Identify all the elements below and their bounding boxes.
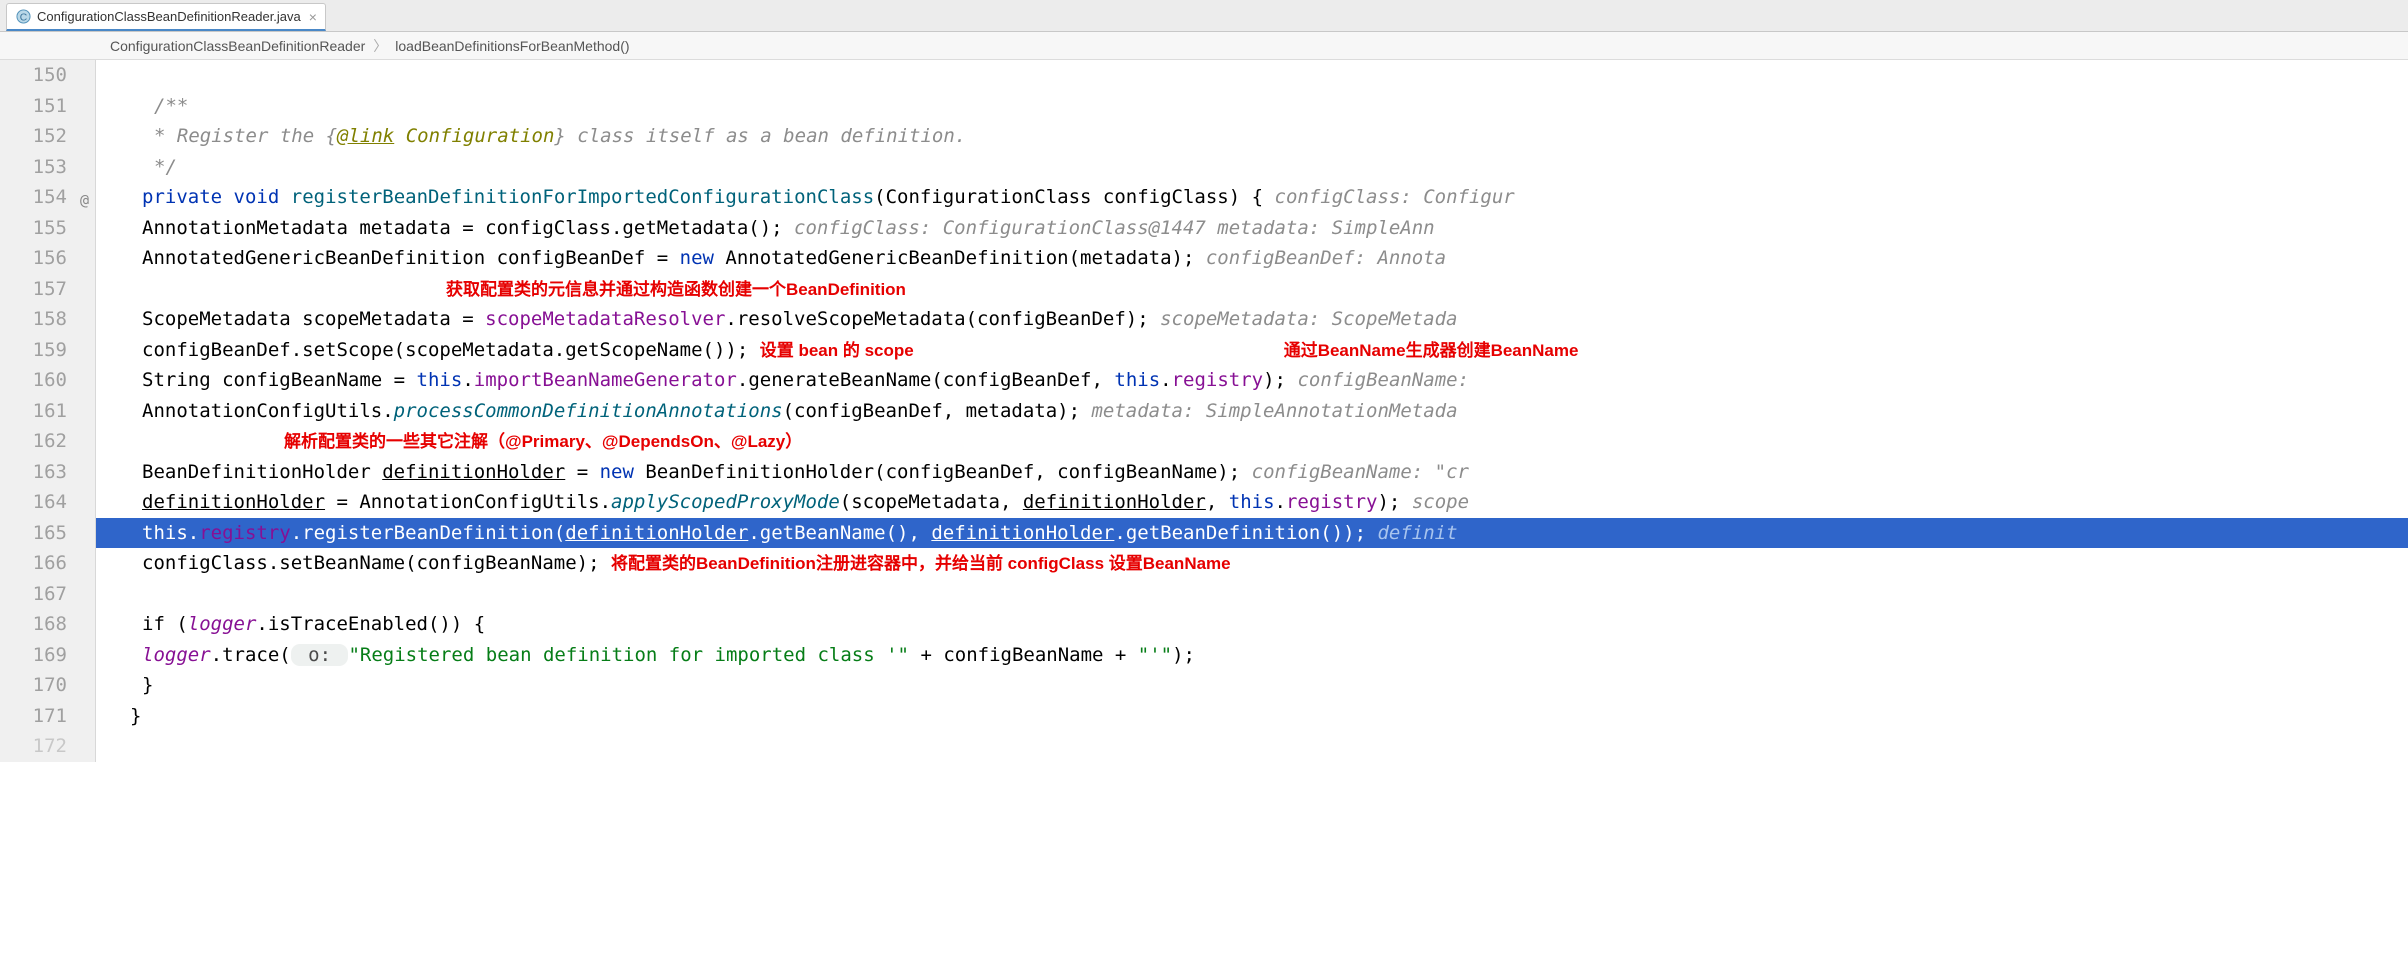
breadcrumb-class[interactable]: ConfigurationClassBeanDefinitionReader: [110, 38, 365, 54]
parameter-hint: o:: [291, 644, 349, 666]
line-number: 154@: [0, 182, 67, 213]
code-line[interactable]: AnnotatedGenericBeanDefinition configBea…: [96, 243, 2408, 274]
svg-text:C: C: [19, 12, 27, 23]
line-number: 163: [0, 457, 67, 488]
code-line[interactable]: */: [96, 152, 2408, 183]
annotation-comment: 将配置类的BeanDefinition注册进容器中，并给当前 configCla…: [611, 554, 1231, 573]
code-line[interactable]: 解析配置类的一些其它注解（@Primary、@DependsOn、@Lazy）: [96, 426, 2408, 457]
code-line[interactable]: configClass.setBeanName(configBeanName);…: [96, 548, 2408, 579]
chevron-right-icon: 〉: [373, 36, 387, 56]
annotation-comment: 通过BeanName生成器创建BeanName: [1284, 341, 1579, 360]
line-number: 156: [0, 243, 67, 274]
line-number: 162: [0, 426, 67, 457]
editor[interactable]: 150 151 152 153 154@ 155 156 157 158 159…: [0, 60, 2408, 762]
code-line[interactable]: BeanDefinitionHolder definitionHolder = …: [96, 457, 2408, 488]
line-number: 164: [0, 487, 67, 518]
line-number: 165: [0, 518, 67, 549]
line-number: 160: [0, 365, 67, 396]
breadcrumb: ConfigurationClassBeanDefinitionReader 〉…: [0, 32, 2408, 60]
line-number: 151: [0, 91, 67, 122]
annotation-comment: 设置 bean 的 scope: [760, 341, 914, 360]
code-line[interactable]: [96, 60, 2408, 91]
line-number: 171: [0, 701, 67, 732]
code-line[interactable]: AnnotationConfigUtils.processCommonDefin…: [96, 396, 2408, 427]
code-line[interactable]: [96, 731, 2408, 762]
code-line[interactable]: ScopeMetadata scopeMetadata = scopeMetad…: [96, 304, 2408, 335]
code-line[interactable]: * Register the {@link Configuration} cla…: [96, 121, 2408, 152]
gutter: 150 151 152 153 154@ 155 156 157 158 159…: [0, 60, 96, 762]
tab-bar: C ConfigurationClassBeanDefinitionReader…: [0, 0, 2408, 32]
line-number: 157: [0, 274, 67, 305]
code-line[interactable]: 获取配置类的元信息并通过构造函数创建一个BeanDefinition: [96, 274, 2408, 305]
line-number: 159: [0, 335, 67, 366]
annotation-gutter-icon[interactable]: @: [80, 185, 89, 216]
code-line[interactable]: }: [96, 670, 2408, 701]
java-class-icon: C: [15, 9, 31, 25]
code-line[interactable]: /**: [96, 91, 2408, 122]
line-number: 152: [0, 121, 67, 152]
code-line[interactable]: if (logger.isTraceEnabled()) {: [96, 609, 2408, 640]
line-number: 155: [0, 213, 67, 244]
line-number: 172: [0, 731, 67, 762]
code-line[interactable]: AnnotationMetadata metadata = configClas…: [96, 213, 2408, 244]
annotation-comment: 解析配置类的一些其它注解（@Primary、@DependsOn、@Lazy）: [284, 432, 802, 451]
code-line[interactable]: [96, 579, 2408, 610]
code-line[interactable]: private void registerBeanDefinitionForIm…: [96, 182, 2408, 213]
line-number: 169: [0, 640, 67, 671]
code-area[interactable]: /** * Register the {@link Configuration}…: [96, 60, 2408, 762]
line-number: 153: [0, 152, 67, 183]
line-number: 170: [0, 670, 67, 701]
code-line[interactable]: configBeanDef.setScope(scopeMetadata.get…: [96, 335, 2408, 366]
tab-filename: ConfigurationClassBeanDefinitionReader.j…: [37, 9, 301, 24]
file-tab[interactable]: C ConfigurationClassBeanDefinitionReader…: [6, 3, 326, 31]
code-line[interactable]: definitionHolder = AnnotationConfigUtils…: [96, 487, 2408, 518]
line-number: 167: [0, 579, 67, 610]
code-line[interactable]: logger.trace( o: "Registered bean defini…: [96, 640, 2408, 671]
line-number: 166: [0, 548, 67, 579]
breadcrumb-method[interactable]: loadBeanDefinitionsForBeanMethod(): [395, 38, 629, 54]
line-number: 168: [0, 609, 67, 640]
code-line[interactable]: String configBeanName = this.importBeanN…: [96, 365, 2408, 396]
line-number: 158: [0, 304, 67, 335]
code-line[interactable]: }: [96, 701, 2408, 732]
code-line-highlighted[interactable]: this.registry.registerBeanDefinition(def…: [96, 518, 2408, 549]
annotation-comment: 获取配置类的元信息并通过构造函数创建一个BeanDefinition: [446, 280, 906, 299]
line-number: 150: [0, 60, 67, 91]
close-icon[interactable]: ×: [309, 9, 317, 25]
line-number: 161: [0, 396, 67, 427]
